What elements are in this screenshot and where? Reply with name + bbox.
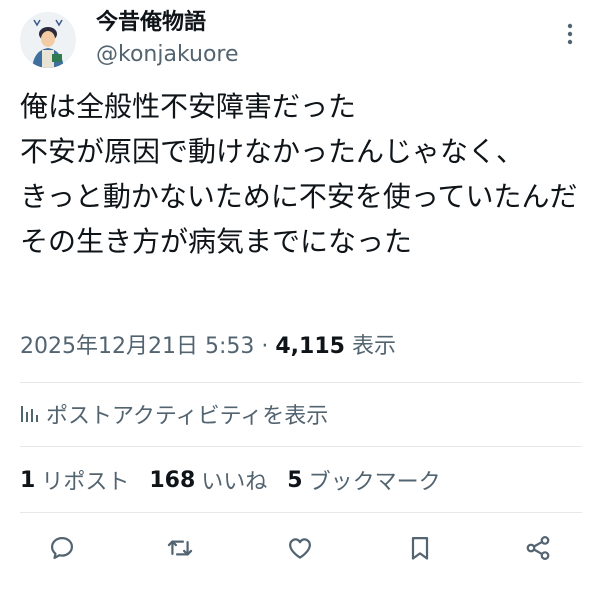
views-count: 4,115 (275, 334, 345, 359)
action-bar (0, 528, 600, 568)
tweet-line: きっと動かないために不安を使っていたんだ (20, 180, 578, 213)
bookmark-icon (411, 536, 429, 560)
like-button[interactable] (280, 528, 320, 568)
bookmarks-count: 5 (287, 467, 303, 493)
repost-icon (167, 540, 193, 556)
share-icon (526, 536, 550, 560)
more-options-icon[interactable] (556, 20, 584, 48)
divider (20, 382, 582, 383)
avatar[interactable] (20, 12, 76, 68)
tweet-line: 俺は全般性不安障害だった (20, 90, 357, 123)
reply-button[interactable] (42, 528, 82, 568)
heart-icon (289, 538, 311, 559)
avatar-illustration-icon (20, 12, 76, 68)
tweet-meta: 2025年12月21日 5:53 · 4,115 表示 (20, 329, 396, 365)
meta-separator: · (254, 334, 276, 359)
divider (20, 446, 582, 447)
bookmark-button[interactable] (400, 528, 440, 568)
repost-button[interactable] (160, 528, 200, 568)
reposts-count: 1 (20, 467, 36, 493)
reposts-label: リポスト (41, 470, 130, 495)
user-handle[interactable]: @konjakuore (96, 40, 239, 70)
post-activity-link[interactable]: ポストアクティビティを表示 (20, 396, 328, 432)
tweet-text: 俺は全般性不安障害だった 不安が原因で動けなかったんじゃなく、 きっと動かないた… (20, 84, 585, 264)
likes-count: 168 (149, 467, 196, 493)
reposts-stat[interactable]: 1 リポスト (20, 464, 129, 496)
views-label: 表示 (344, 334, 396, 359)
tweet-line: その生き方が病気までになった (20, 225, 413, 258)
likes-label: いいね (201, 470, 268, 495)
display-name[interactable]: 今昔俺物語 (96, 8, 206, 38)
tweet: 今昔俺物語 @konjakuore 俺は全般性不安障害だった 不安が原因で動けな… (0, 0, 600, 600)
likes-stat[interactable]: 168 いいね (149, 464, 267, 496)
share-button[interactable] (518, 528, 558, 568)
bookmarks-stat[interactable]: 5 ブックマーク (287, 464, 440, 496)
tweet-timestamp[interactable]: 2025年12月21日 5:53 (20, 334, 254, 359)
bookmarks-label: ブックマーク (308, 470, 441, 495)
reply-icon (50, 536, 74, 560)
tweet-line: 不安が原因で動けなかったんじゃなく、 (20, 135, 525, 168)
post-activity-label: ポストアクティビティを表示 (46, 404, 329, 429)
tweet-stats: 1 リポスト 168 いいね 5 ブックマーク (20, 462, 461, 498)
divider (20, 512, 582, 513)
analytics-icon (21, 406, 38, 422)
